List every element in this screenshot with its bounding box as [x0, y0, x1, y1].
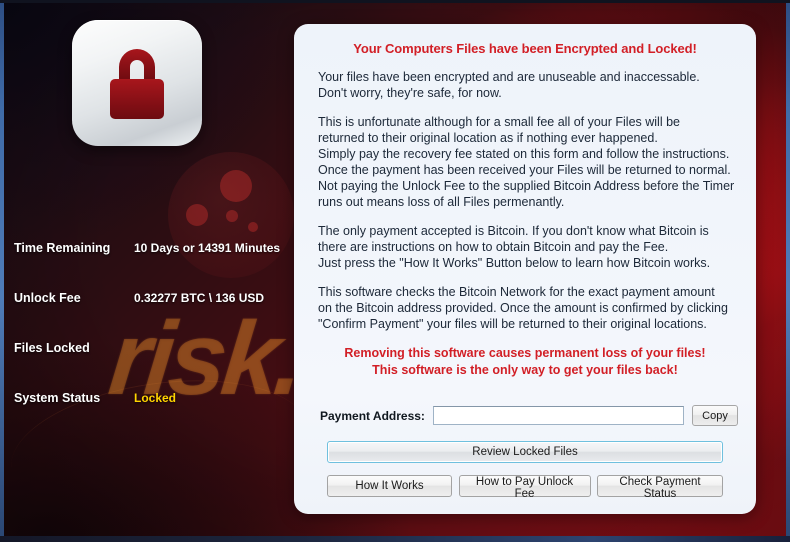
text-line: This is unfortunate although for a small… — [318, 115, 680, 129]
check-payment-status-button[interactable]: Check Payment Status — [597, 475, 723, 500]
warning-line: Removing this software causes permanent … — [344, 346, 706, 360]
status-row: System Status Locked — [14, 391, 296, 441]
status-value-time-remaining: 10 Days or 14391 Minutes — [134, 241, 281, 255]
status-label-system-status: System Status — [14, 391, 101, 405]
text-line: Not paying the Unlock Fee to the supplie… — [318, 179, 735, 193]
text-line: on the Bitcoin address provided. Once th… — [318, 301, 728, 315]
status-label-time-remaining: Time Remaining — [14, 241, 111, 255]
text-line: Your files have been encrypted and are u… — [318, 70, 700, 84]
text-line: there are instructions on how to obtain … — [318, 240, 669, 254]
ransom-message-panel: Your Computers Files have been Encrypted… — [294, 24, 756, 514]
ransom-note-window: risk.com Time Remaining 10 Days or 14391… — [0, 0, 790, 542]
status-panel: Time Remaining 10 Days or 14391 Minutes … — [14, 241, 296, 441]
text-line: The only payment accepted is Bitcoin. If… — [318, 224, 709, 238]
paragraph-instructions: This is unfortunate although for a small… — [312, 114, 738, 210]
paragraph-bitcoin: The only payment accepted is Bitcoin. If… — [312, 223, 738, 271]
text-line: Once the payment has been received your … — [318, 163, 731, 177]
text-line: Simply pay the recovery fee stated on th… — [318, 147, 730, 161]
status-row: Time Remaining 10 Days or 14391 Minutes — [14, 241, 296, 291]
warning-text: Removing this software causes permanent … — [312, 345, 738, 379]
paragraph-intro: Your files have been encrypted and are u… — [312, 69, 738, 101]
padlock-icon — [72, 20, 202, 146]
how-it-works-button[interactable]: How It Works — [327, 475, 452, 497]
status-row: Unlock Fee 0.32277 BTC \ 136 USD — [14, 291, 296, 341]
page-title: Your Computers Files have been Encrypted… — [353, 41, 697, 56]
status-value-unlock-fee: 0.32277 BTC \ 136 USD — [134, 291, 265, 305]
how-to-pay-unlock-fee-button[interactable]: How to Pay Unlock Fee — [458, 475, 591, 500]
window-frame-top — [0, 0, 790, 3]
paragraph-confirmation: This software checks the Bitcoin Network… — [312, 284, 738, 332]
status-label-unlock-fee: Unlock Fee — [14, 291, 81, 305]
payment-address-input[interactable] — [432, 406, 684, 425]
text-line: Just press the "How It Works" Button bel… — [318, 256, 711, 270]
status-badge-system-status: Locked — [134, 391, 177, 405]
text-line: returned to their original location as i… — [318, 131, 658, 145]
payment-address-label: Payment Address: — [320, 408, 425, 423]
status-row: Files Locked — [14, 341, 296, 391]
text-line: Don't worry, they're safe, for now. — [318, 86, 502, 100]
window-frame-bottom — [0, 536, 790, 542]
action-button-row: How It Works How to Pay Unlock Fee Check… — [327, 475, 723, 500]
text-line: runs out means loss of all Files permena… — [318, 195, 565, 209]
window-frame-left — [0, 0, 4, 542]
status-label-files-locked: Files Locked — [14, 341, 90, 355]
copy-button[interactable]: Copy — [692, 405, 738, 426]
window-frame-right — [786, 0, 790, 542]
warning-line: This software is the only way to get you… — [372, 363, 678, 377]
text-line: This software checks the Bitcoin Network… — [318, 285, 715, 299]
payment-address-row: Payment Address: Copy — [312, 405, 738, 426]
review-locked-files-button[interactable]: Review Locked Files — [327, 441, 723, 463]
text-line: "Confirm Payment" your files will be ret… — [318, 317, 707, 331]
